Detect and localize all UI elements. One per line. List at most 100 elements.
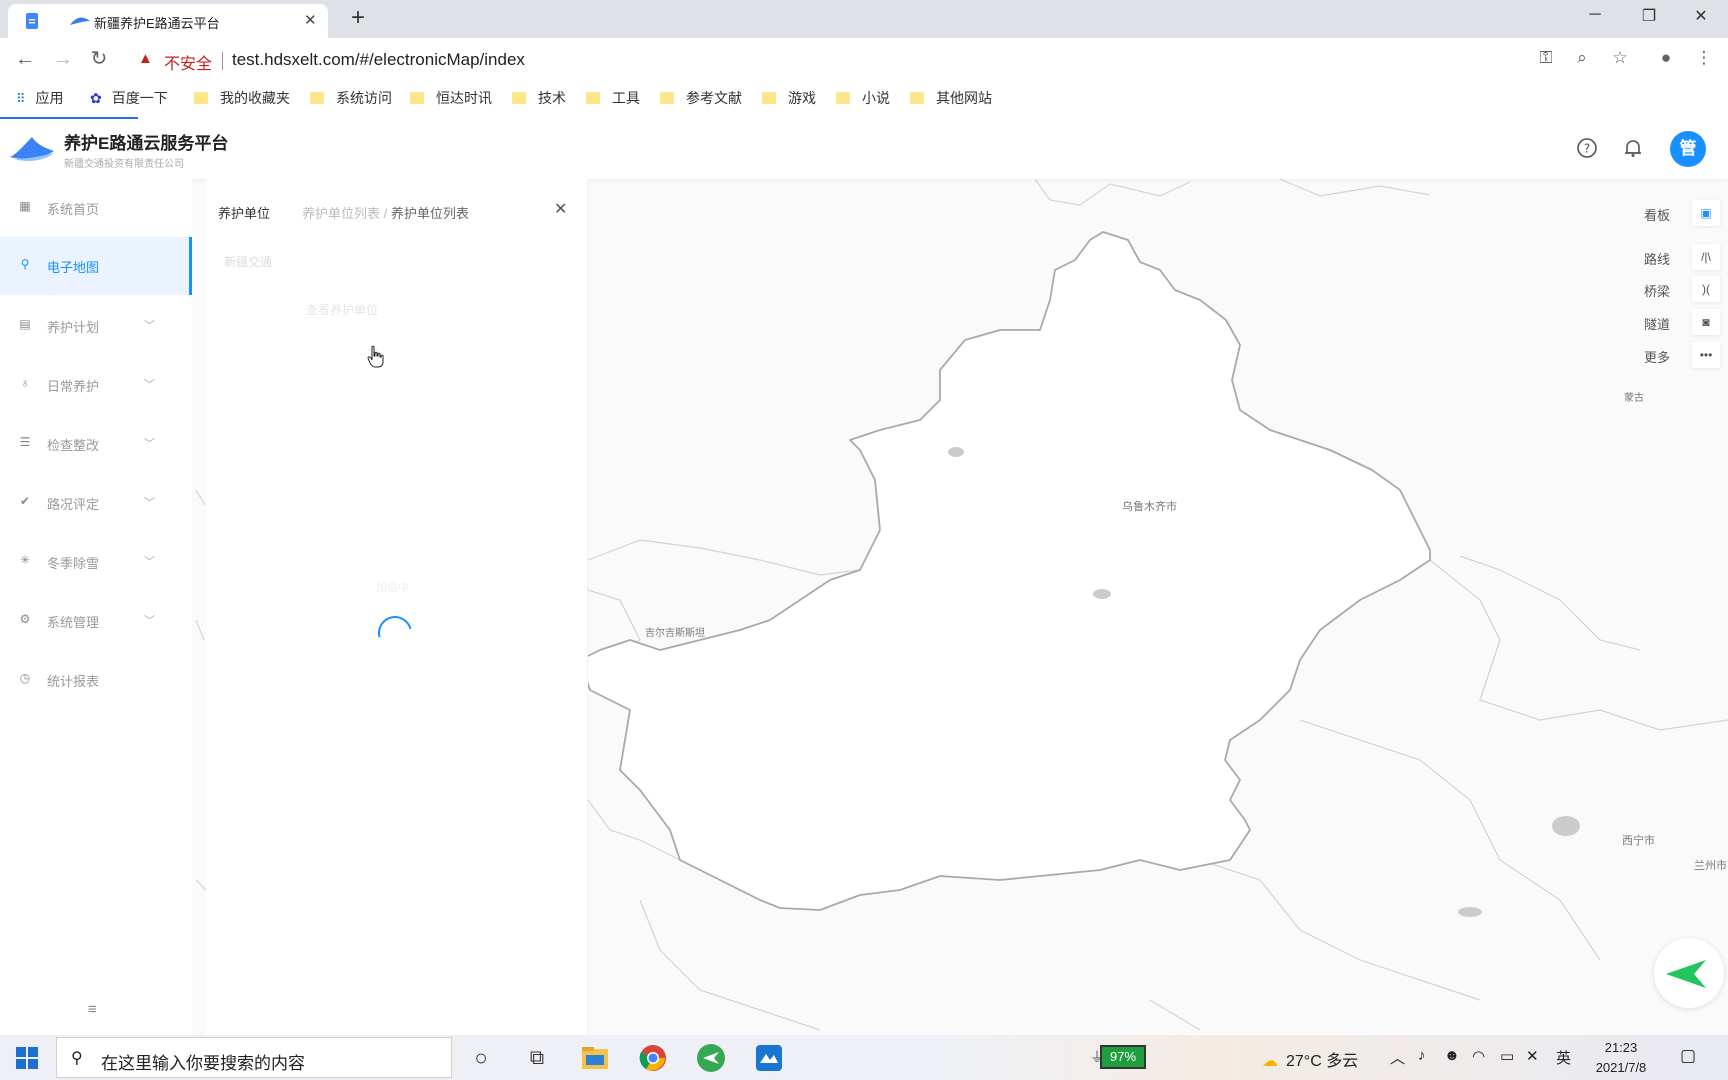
sidebar-item-snow-removal[interactable]: ✳ 冬季除雪 ﹀ bbox=[0, 533, 192, 591]
security-status[interactable]: 不安全 bbox=[164, 50, 212, 74]
weather-widget[interactable]: ☁ 27°C 多云 bbox=[1262, 1047, 1358, 1071]
system-clock[interactable]: 21:23 2021/7/8 bbox=[1588, 1038, 1654, 1078]
map-control-tunnel[interactable]: 隧道 ◙ bbox=[1630, 307, 1728, 337]
sidebar-nav: ▦ 系统首页 ⚲ 电子地图 ▤ 养护计划 ﹀ ♁ 日常养护 ﹀ ☰ 检查整改 ﹀… bbox=[0, 179, 192, 1035]
taskbar-search-box[interactable]: ⚲ 在这里输入你要搜索的内容 bbox=[56, 1037, 452, 1078]
battery-level: 97% bbox=[1100, 1045, 1146, 1069]
folder-icon bbox=[910, 92, 924, 104]
wrench-icon: ♁ bbox=[20, 376, 30, 390]
key-icon[interactable]: ⚿ bbox=[1534, 48, 1558, 72]
url-field[interactable]: test.hdsxelt.com/#/electronicMap/index bbox=[232, 50, 525, 70]
sidebar-item-map[interactable]: ⚲ 电子地图 bbox=[0, 237, 192, 295]
navigation-arrow-icon bbox=[1666, 960, 1706, 988]
map-control-bridge[interactable]: 桥梁 )( bbox=[1630, 274, 1728, 304]
help-icon[interactable]: ? bbox=[1576, 137, 1598, 159]
chevron-down-icon: ﹀ bbox=[144, 615, 155, 627]
folder-icon bbox=[586, 92, 600, 104]
map-control-dashboard[interactable]: 看板 ▣ bbox=[1630, 198, 1728, 228]
browser-tab-strip: 新疆养护E路通云平台 ✕ + ─ ❐ ✕ bbox=[0, 0, 1728, 38]
bookmarks-bar: ⠿ 应用 ✿ 百度一下 我的收藏夹 系统访问 恒达时讯 技术 工具 参考文献 游戏 … bbox=[0, 82, 1728, 114]
app-title: 养护E路通云服务平台 bbox=[64, 134, 229, 153]
monitor-icon: ▣ bbox=[1692, 200, 1720, 226]
chrome-icon[interactable] bbox=[636, 1041, 670, 1075]
tab-close-icon[interactable]: ✕ bbox=[304, 11, 317, 29]
bookmark-folder[interactable]: 小说 bbox=[836, 88, 890, 108]
tray-expand-icon[interactable]: ︿ bbox=[1390, 1047, 1405, 1068]
back-arrow-icon[interactable]: ← bbox=[12, 46, 38, 72]
map-locate-button[interactable] bbox=[1654, 938, 1724, 1008]
map-control-more[interactable]: 更多 ••• bbox=[1630, 340, 1728, 370]
bookmark-folder[interactable]: 恒达时讯 bbox=[410, 88, 492, 108]
bookmark-folder[interactable]: 我的收藏夹 bbox=[194, 88, 290, 108]
chevron-down-icon: ﹀ bbox=[144, 438, 155, 450]
breadcrumb-parent[interactable]: 养护单位列表 bbox=[302, 206, 380, 221]
task-view-icon[interactable]: ⧉ bbox=[520, 1041, 554, 1075]
chevron-down-icon: ﹀ bbox=[144, 497, 155, 509]
blue-app-icon[interactable] bbox=[752, 1041, 786, 1075]
loading-text: 加载中 bbox=[376, 582, 409, 594]
cortana-icon[interactable]: ○ bbox=[464, 1041, 498, 1075]
bell-icon[interactable] bbox=[1622, 137, 1644, 159]
folder-icon bbox=[836, 92, 850, 104]
tab-title: 新疆养护E路通云平台 bbox=[94, 16, 220, 31]
map-label-lanzhou: 兰州市 bbox=[1694, 860, 1727, 872]
window-close-button[interactable]: ✕ bbox=[1686, 6, 1716, 26]
sidebar-item-inspection[interactable]: ☰ 检查整改 ﹀ bbox=[0, 415, 192, 473]
sidebar-item-system-admin[interactable]: ⚙ 系统管理 ﹀ bbox=[0, 592, 192, 650]
route-icon: /|\ bbox=[1692, 244, 1720, 270]
new-tab-button[interactable]: + bbox=[344, 4, 372, 32]
green-app-icon[interactable] bbox=[694, 1041, 728, 1075]
star-icon[interactable]: ☆ bbox=[1608, 48, 1632, 72]
sidebar-item-home[interactable]: ▦ 系统首页 bbox=[0, 179, 192, 237]
grid-icon: ▦ bbox=[19, 199, 31, 213]
bookmark-folder[interactable]: 其他网站 bbox=[910, 88, 992, 108]
browser-tab[interactable]: 新疆养护E路通云平台 ✕ bbox=[8, 4, 328, 38]
address-divider bbox=[222, 52, 223, 70]
restore-button[interactable]: ❐ bbox=[1634, 6, 1664, 26]
bookmark-apps[interactable]: ⠿ 应用 bbox=[16, 88, 64, 108]
file-explorer-icon[interactable] bbox=[578, 1041, 612, 1075]
minimize-button[interactable]: ─ bbox=[1580, 6, 1610, 24]
battery-indicator[interactable]: ⏚ 97% bbox=[1090, 1045, 1152, 1069]
folder-icon bbox=[512, 92, 526, 104]
microphone-icon[interactable]: ♪ bbox=[1418, 1047, 1426, 1064]
panel-search-text[interactable]: 新疆交通 bbox=[224, 253, 272, 270]
bookmark-folder[interactable]: 工具 bbox=[586, 88, 640, 108]
zoom-icon[interactable]: ⌕ bbox=[1570, 48, 1594, 72]
sidebar-item-reports[interactable]: ◷ 统计报表 bbox=[0, 651, 192, 709]
map-pin-icon: ⚲ bbox=[20, 257, 30, 271]
panel-title[interactable]: 养护单位 bbox=[218, 203, 270, 222]
notification-icon[interactable]: ▢ bbox=[1680, 1046, 1696, 1066]
calendar-icon: ▤ bbox=[19, 317, 31, 331]
battery-tray-icon[interactable]: ▭ bbox=[1500, 1047, 1514, 1065]
bookmark-folder[interactable]: 参考文献 bbox=[660, 88, 742, 108]
sidebar-collapse-icon[interactable]: ≡ bbox=[88, 1001, 97, 1018]
cloud-sun-icon: ☁ bbox=[1262, 1053, 1278, 1070]
map-control-route[interactable]: 路线 /|\ bbox=[1630, 242, 1728, 272]
app-header: 养护E路通云服务平台 新疆交通投资有限责任公司 ? 管 bbox=[0, 119, 1728, 179]
sidebar-item-daily-maintenance[interactable]: ♁ 日常养护 ﹀ bbox=[0, 356, 192, 414]
search-icon: ⚲ bbox=[71, 1050, 83, 1067]
bookmark-folder[interactable]: 技术 bbox=[512, 88, 566, 108]
warning-icon[interactable]: ▲ bbox=[138, 50, 153, 67]
panel-close-icon[interactable]: ✕ bbox=[554, 199, 567, 219]
bookmark-folder[interactable]: 系统访问 bbox=[310, 88, 392, 108]
sidebar-item-road-assessment[interactable]: ✔ 路况评定 ﹀ bbox=[0, 474, 192, 532]
gear-icon: ⚙ bbox=[19, 612, 31, 626]
more-icon: ••• bbox=[1692, 342, 1720, 368]
wifi-icon[interactable]: ◠ bbox=[1472, 1047, 1485, 1065]
apps-grid-icon: ⠿ bbox=[16, 91, 26, 106]
reload-icon[interactable]: ↻ bbox=[86, 46, 112, 72]
map-label-urumqi: 乌鲁木齐市 bbox=[1122, 501, 1177, 513]
windows-start-icon[interactable] bbox=[16, 1047, 38, 1069]
profile-icon[interactable]: ● bbox=[1654, 48, 1678, 72]
volume-muted-icon[interactable]: ✕ bbox=[1526, 1047, 1539, 1065]
qq-icon[interactable]: ☻ bbox=[1444, 1047, 1460, 1064]
ime-indicator[interactable]: 英 bbox=[1556, 1047, 1571, 1068]
sidebar-item-maintenance-plan[interactable]: ▤ 养护计划 ﹀ bbox=[0, 297, 192, 355]
bookmark-baidu[interactable]: ✿ 百度一下 bbox=[90, 88, 168, 108]
user-avatar[interactable]: 管 bbox=[1670, 131, 1706, 167]
forward-arrow-icon[interactable]: → bbox=[50, 46, 76, 72]
bookmark-folder[interactable]: 游戏 bbox=[762, 88, 816, 108]
menu-dots-icon[interactable]: ⋮ bbox=[1692, 48, 1716, 72]
